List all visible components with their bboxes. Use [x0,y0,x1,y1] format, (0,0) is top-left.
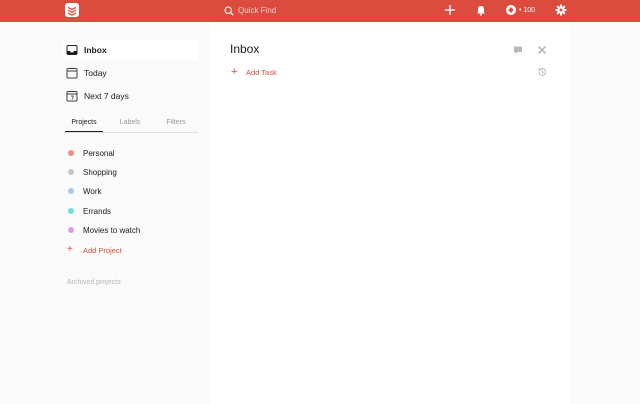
project-item-work[interactable]: Work [65,184,195,198]
sidebar-item-label: Inbox [84,45,107,55]
sidebar-item-today[interactable]: Today [62,63,198,83]
add-task-label: Add Task [246,67,277,77]
gear-icon[interactable] [555,4,567,16]
project-label: Shopping [83,167,117,177]
collaborators-icon[interactable] [537,45,547,55]
project-item-shopping[interactable]: Shopping [65,165,195,179]
project-color-dot [68,227,74,233]
search-placeholder: Quick Find [238,6,277,15]
comment-icon[interactable] [513,45,523,55]
project-label: Personal [83,148,115,158]
add-project-label: Add Project [83,245,122,255]
tab-filters[interactable]: Filters [157,119,195,131]
sidebar-item-label: Today [84,68,107,78]
calendar-icon [66,68,78,79]
add-task-button[interactable]: + Add Task [231,66,277,78]
project-label: Errands [83,206,112,216]
page-title: Inbox [230,42,260,56]
plus-icon: + [231,66,238,78]
tab-projects[interactable]: Projects [65,119,103,132]
tab-labels[interactable]: Labels [111,119,149,131]
project-color-dot [68,150,74,156]
bell-icon[interactable] [475,4,487,16]
main-content: Inbox + Add Task [210,22,570,404]
inbox-icon [66,45,78,55]
project-item-movies-to-watch[interactable]: Movies to watch [65,223,195,237]
todoist-logo-icon[interactable] [65,3,79,17]
plus-icon: + [67,244,73,255]
add-project-button[interactable]: + Add Project [65,243,122,257]
karma-value: • 100 [519,6,536,14]
sidebar: Inbox Today Next 7 days Projects Labels … [57,22,202,404]
project-label: Work [83,186,102,196]
karma-score[interactable]: • 100 [506,4,535,16]
history-icon[interactable] [537,67,547,77]
sidebar-item-inbox[interactable]: Inbox [62,40,198,60]
top-bar: Quick Find • 100 [0,0,640,22]
sidebar-item-label: Next 7 days [84,91,129,101]
sidebar-item-next-7-days[interactable]: Next 7 days [62,86,198,106]
project-color-dot [68,169,74,175]
project-label: Movies to watch [83,225,141,235]
quick-add-icon[interactable] [444,4,456,16]
search-icon [224,5,234,16]
project-color-dot [68,188,74,194]
quick-find-search[interactable]: Quick Find [224,3,384,18]
project-item-errands[interactable]: Errands [65,204,195,218]
project-color-dot [68,208,74,214]
karma-icon [506,5,516,15]
archived-projects-link[interactable]: Archived projects [67,279,121,286]
calendar-week-icon [66,91,78,102]
sidebar-tabs: Projects Labels Filters [63,119,198,133]
project-item-personal[interactable]: Personal [65,146,195,160]
